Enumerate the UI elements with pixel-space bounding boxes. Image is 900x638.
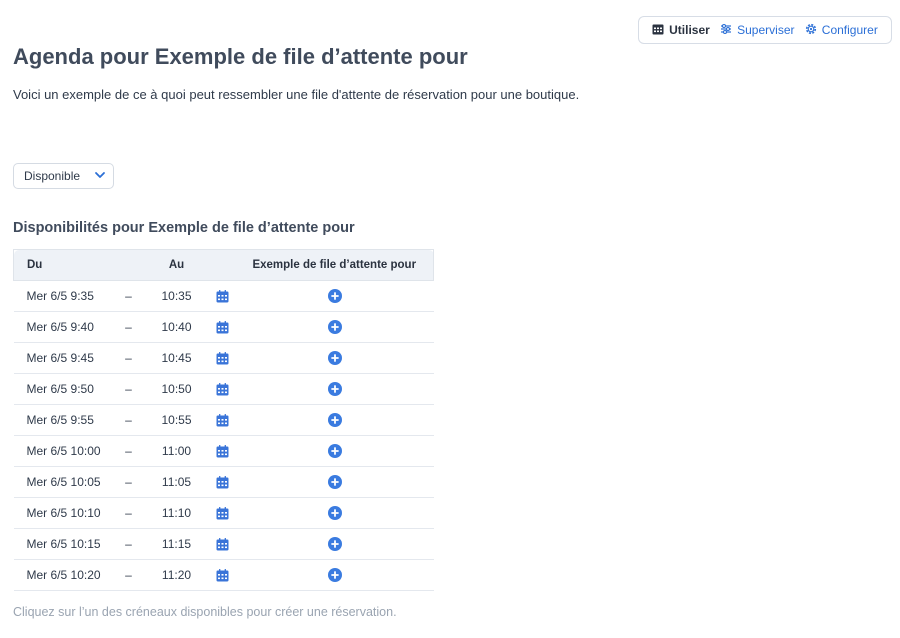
plus-circle-icon[interactable] (327, 320, 342, 335)
slot-end: 11:15 (143, 528, 210, 560)
calendar-icon[interactable] (216, 569, 229, 582)
configure-mode-button[interactable]: Configurer (805, 23, 878, 38)
slot-start: Mer 6/5 9:55 (13, 404, 114, 436)
calendar-icon[interactable] (216, 507, 229, 520)
page-description: Voici un exemple de ce à quoi peut resse… (13, 87, 580, 102)
sliders-icon (720, 23, 732, 38)
plus-circle-icon[interactable] (327, 351, 342, 366)
calendar-icon[interactable] (216, 538, 229, 551)
availability-section-title: Disponibilités pour Exemple de file d’at… (13, 220, 355, 236)
status-filter-value: Disponible (24, 169, 81, 183)
plus-circle-icon[interactable] (327, 444, 342, 459)
calendar-icon[interactable] (216, 414, 229, 427)
slot-separator: – (113, 280, 144, 312)
gear-icon (805, 23, 817, 38)
slot-start: Mer 6/5 10:15 (13, 528, 114, 560)
use-mode-button[interactable]: Utiliser (652, 23, 710, 38)
slot-end: 11:05 (143, 466, 210, 498)
calendar-grid-icon (652, 23, 664, 38)
slot-row[interactable]: Mer 6/5 9:55–10:55 (13, 404, 434, 436)
slot-row[interactable]: Mer 6/5 9:45–10:45 (13, 342, 434, 374)
calendar-icon[interactable] (216, 476, 229, 489)
configure-mode-label: Configurer (821, 23, 878, 37)
slot-row[interactable]: Mer 6/5 9:40–10:40 (13, 311, 434, 343)
calendar-icon[interactable] (216, 383, 229, 396)
slot-row[interactable]: Mer 6/5 10:00–11:00 (13, 435, 434, 467)
availability-table: Du Au Exemple de file d’attente pour Mer… (13, 249, 434, 591)
slot-end: 11:20 (143, 559, 210, 591)
slot-row[interactable]: Mer 6/5 9:50–10:50 (13, 373, 434, 405)
slot-end: 10:55 (143, 404, 210, 436)
plus-circle-icon[interactable] (327, 382, 342, 397)
slot-row[interactable]: Mer 6/5 9:35–10:35 (13, 280, 434, 312)
slot-separator: – (113, 497, 144, 529)
calendar-icon[interactable] (216, 290, 229, 303)
calendar-icon[interactable] (216, 352, 229, 365)
header-to: Au (143, 249, 210, 281)
slot-start: Mer 6/5 9:45 (13, 342, 114, 374)
slot-start: Mer 6/5 10:10 (13, 497, 114, 529)
footer-hint: Cliquez sur l’un des créneaux disponible… (13, 605, 397, 619)
calendar-icon[interactable] (216, 445, 229, 458)
slot-separator: – (113, 528, 144, 560)
slot-end: 10:45 (143, 342, 210, 374)
slot-separator: – (113, 466, 144, 498)
slot-end: 10:50 (143, 373, 210, 405)
slot-row[interactable]: Mer 6/5 10:15–11:15 (13, 528, 434, 560)
slot-separator: – (113, 342, 144, 374)
slot-separator: – (113, 559, 144, 591)
slot-start: Mer 6/5 10:05 (13, 466, 114, 498)
plus-circle-icon[interactable] (327, 289, 342, 304)
status-filter-dropdown[interactable]: Disponible (13, 163, 114, 189)
plus-circle-icon[interactable] (327, 475, 342, 490)
slot-separator: – (113, 404, 144, 436)
chevron-down-icon (94, 169, 106, 184)
header-from: Du (13, 249, 114, 281)
slot-separator: – (113, 311, 144, 343)
slot-separator: – (113, 435, 144, 467)
plus-circle-icon[interactable] (327, 506, 342, 521)
availability-table-header: Du Au Exemple de file d’attente pour (13, 249, 434, 281)
slot-row[interactable]: Mer 6/5 10:20–11:20 (13, 559, 434, 591)
mode-switch: Utiliser Superviser Configurer (638, 16, 892, 44)
slot-end: 10:35 (143, 280, 210, 312)
slot-start: Mer 6/5 9:40 (13, 311, 114, 343)
slot-row[interactable]: Mer 6/5 10:05–11:05 (13, 466, 434, 498)
slot-start: Mer 6/5 10:00 (13, 435, 114, 467)
plus-circle-icon[interactable] (327, 413, 342, 428)
plus-circle-icon[interactable] (327, 537, 342, 552)
slot-end: 10:40 (143, 311, 210, 343)
slot-end: 11:10 (143, 497, 210, 529)
slot-start: Mer 6/5 9:50 (13, 373, 114, 405)
header-queue: Exemple de file d’attente pour (235, 249, 434, 281)
slot-start: Mer 6/5 10:20 (13, 559, 114, 591)
slot-start: Mer 6/5 9:35 (13, 280, 114, 312)
use-mode-label: Utiliser (669, 23, 710, 37)
slot-row[interactable]: Mer 6/5 10:10–11:10 (13, 497, 434, 529)
plus-circle-icon[interactable] (327, 568, 342, 583)
slot-separator: – (113, 373, 144, 405)
supervise-mode-label: Superviser (737, 23, 795, 37)
slot-end: 11:00 (143, 435, 210, 467)
supervise-mode-button[interactable]: Superviser (720, 23, 794, 38)
calendar-icon[interactable] (216, 321, 229, 334)
page-title: Agenda pour Exemple de file d’attente po… (13, 44, 468, 69)
